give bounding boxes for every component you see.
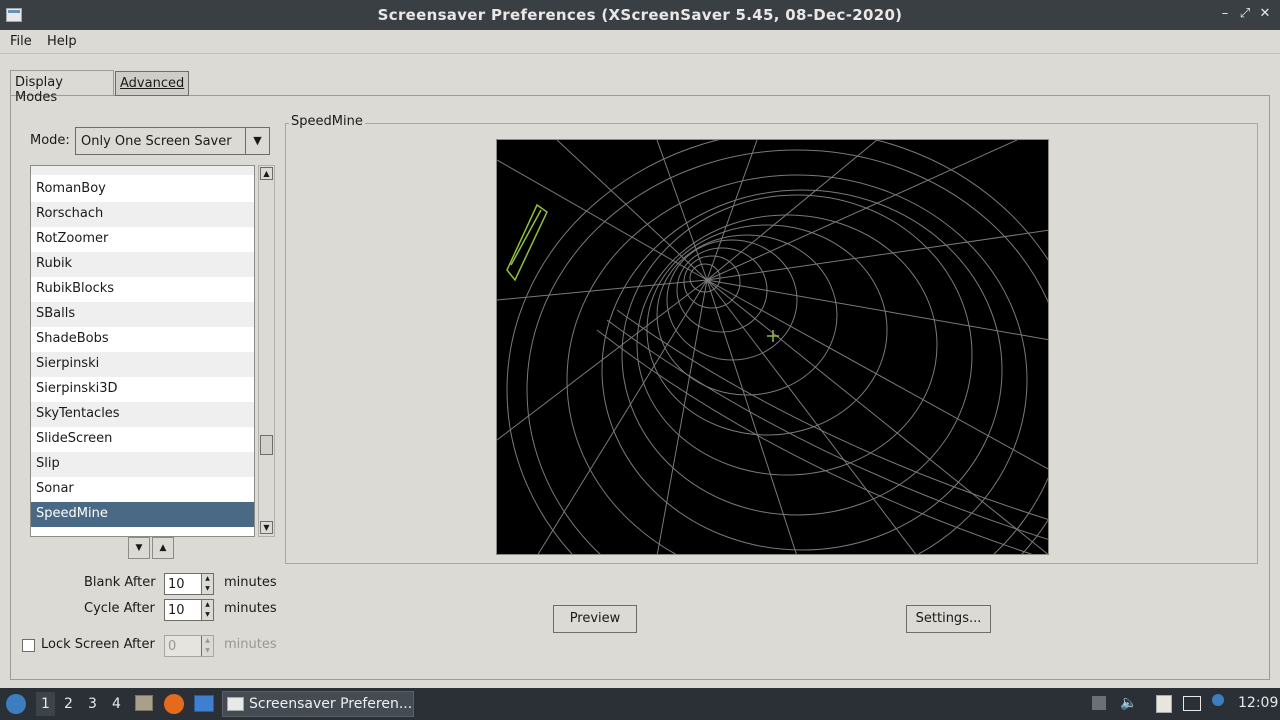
taskbar-window-title: Screensaver Preferen... <box>249 696 413 712</box>
menu-file[interactable]: File <box>10 34 32 49</box>
workspace-2[interactable]: 2 <box>64 696 73 712</box>
list-item[interactable]: Rubik <box>31 252 254 277</box>
close-button[interactable]: ✕ <box>1256 5 1274 23</box>
clock: 12:09 <box>1238 695 1279 711</box>
volume-icon[interactable]: 🔈 <box>1120 695 1137 711</box>
clipboard-icon[interactable] <box>1156 695 1172 713</box>
list-item[interactable]: RotZoomer <box>31 227 254 252</box>
lock-screen-checkbox[interactable] <box>22 639 35 652</box>
list-item[interactable]: Slip <box>31 452 254 477</box>
desktop-icon[interactable] <box>194 695 214 712</box>
window-task-icon <box>227 697 244 711</box>
scrollbar-thumb[interactable] <box>260 435 273 455</box>
tab-display-modes[interactable]: Display Modes <box>10 70 114 105</box>
mode-label: Mode: <box>30 133 70 148</box>
list-item-partial <box>31 166 254 175</box>
speedmine-wireframe <box>497 140 1048 554</box>
start-menu-icon[interactable] <box>6 694 26 714</box>
blank-after-stepper[interactable]: 10 ▲ ▼ <box>164 573 214 595</box>
previous-saver-button[interactable]: ▲ <box>152 537 174 559</box>
menubar: File Help <box>0 30 1280 54</box>
workspace-4[interactable]: 4 <box>112 696 121 712</box>
workspace-1[interactable]: 1 <box>36 692 55 716</box>
list-item[interactable]: SBalls <box>31 302 254 327</box>
mode-select-value: Only One Screen Saver <box>81 134 232 149</box>
scroll-down-icon[interactable]: ▼ <box>260 521 273 534</box>
lock-screen-value: 0 <box>168 639 177 654</box>
cycle-after-value: 10 <box>168 603 185 618</box>
stepper-arrows-icon[interactable]: ▲ ▼ <box>201 600 213 620</box>
list-item[interactable]: Sierpinski <box>31 352 254 377</box>
blank-after-unit: minutes <box>224 575 277 590</box>
list-item[interactable]: RomanBoy <box>31 177 254 202</box>
window-title: Screensaver Preferences (XScreenSaver 5.… <box>377 6 903 24</box>
firefox-icon[interactable] <box>164 694 184 714</box>
scroll-up-icon[interactable]: ▲ <box>260 167 273 180</box>
cycle-after-stepper[interactable]: 10 ▲ ▼ <box>164 599 214 621</box>
stepper-arrows-icon[interactable]: ▲ ▼ <box>201 574 213 594</box>
lock-screen-unit: minutes <box>224 637 277 652</box>
list-item[interactable]: RubikBlocks <box>31 277 254 302</box>
list-item-partial <box>31 527 254 536</box>
blank-after-value: 10 <box>168 577 185 592</box>
settings-button[interactable]: Settings... <box>906 605 991 633</box>
next-saver-button[interactable]: ▼ <box>128 537 150 559</box>
saver-list-scrollbar[interactable]: ▲ ▼ <box>258 165 275 537</box>
window-titlebar: Screensaver Preferences (XScreenSaver 5.… <box>0 0 1280 30</box>
preview-canvas[interactable] <box>496 139 1049 555</box>
list-item[interactable]: SkyTentacles <box>31 402 254 427</box>
lock-screen-stepper: 0 ▲ ▼ <box>164 635 214 657</box>
notification-icon[interactable] <box>1212 694 1224 706</box>
chevron-down-icon[interactable]: ▼ <box>245 128 269 154</box>
tray-up-icon[interactable] <box>1092 696 1106 710</box>
preview-group-title: SpeedMine <box>289 114 365 129</box>
list-item[interactable]: Rorschach <box>31 202 254 227</box>
list-item[interactable]: SlideScreen <box>31 427 254 452</box>
lock-screen-label: Lock Screen After <box>41 637 155 652</box>
maximize-button[interactable]: ⤢ <box>1236 5 1254 23</box>
blank-after-label: Blank After <box>84 575 156 590</box>
mode-select[interactable]: Only One Screen Saver ▼ <box>75 127 270 155</box>
preview-button[interactable]: Preview <box>553 605 637 633</box>
file-manager-icon[interactable] <box>135 695 153 711</box>
list-item[interactable]: Sonar <box>31 477 254 502</box>
taskbar: 1 2 3 4 Screensaver Preferen... 🔈 12:09 <box>0 688 1280 720</box>
workspace-3[interactable]: 3 <box>88 696 97 712</box>
arrow-up-icon: ▲ <box>159 543 167 553</box>
network-icon[interactable] <box>1183 696 1201 711</box>
cycle-after-unit: minutes <box>224 601 277 616</box>
taskbar-window-button[interactable]: Screensaver Preferen... <box>222 691 414 717</box>
minimize-button[interactable]: – <box>1216 5 1234 23</box>
menu-help[interactable]: Help <box>47 34 77 49</box>
cycle-after-label: Cycle After <box>84 601 155 616</box>
list-item[interactable]: Sierpinski3D <box>31 377 254 402</box>
list-item[interactable]: ShadeBobs <box>31 327 254 352</box>
stepper-arrows-icon: ▲ ▼ <box>201 636 213 656</box>
saver-list[interactable]: RomanBoy Rorschach RotZoomer Rubik Rubik… <box>30 165 255 537</box>
arrow-down-icon: ▼ <box>135 543 143 553</box>
tab-advanced[interactable]: Advanced <box>115 71 189 96</box>
list-item-selected[interactable]: SpeedMine <box>31 502 254 527</box>
